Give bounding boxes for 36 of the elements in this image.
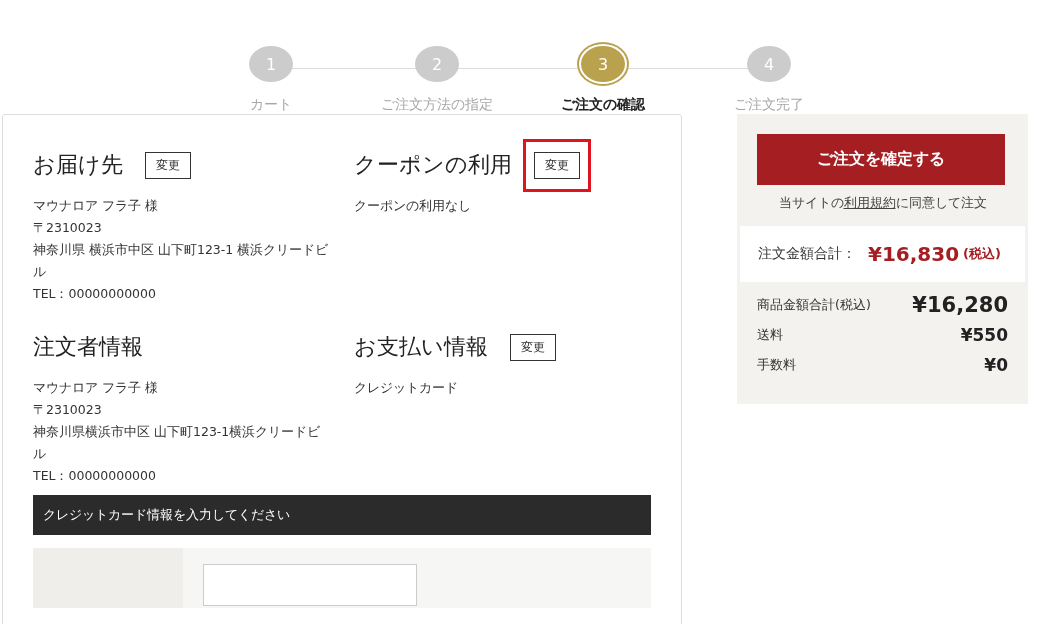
summary-label: 商品金額合計(税込) <box>757 296 871 314</box>
step-label: カート <box>250 96 292 114</box>
step-label: ご注文の確認 <box>561 96 645 114</box>
info-text: 〒2310023 <box>33 401 103 419</box>
change-button[interactable]: 変更 <box>534 151 580 179</box>
terms-link[interactable]: 利用規約 <box>843 195 896 210</box>
info-text: クーポンの利用なし <box>354 197 472 215</box>
section-title: 注文者情報 <box>33 333 143 361</box>
tax-note: (税込) <box>963 245 1001 263</box>
summary-amount: ¥16,280 <box>912 293 1008 317</box>
section-title: お支払い情報 <box>354 333 488 361</box>
section-title: クーポンの利用 <box>354 151 512 179</box>
summary-amount: ¥0 <box>984 355 1008 375</box>
input-field[interactable] <box>203 564 417 606</box>
info-text: 神奈川県横浜市中区 山下町123-1横浜クリードビル <box>33 423 322 463</box>
info-text: マウナロア フラ子 様 <box>33 197 159 215</box>
info-text: TEL：00000000000 <box>33 467 157 485</box>
step-number: 3 <box>581 46 625 82</box>
change-button[interactable]: 変更 <box>145 151 191 179</box>
total-amount: ¥16,830 <box>868 242 960 266</box>
info-text: 神奈川県 横浜市中区 山下町123-1 横浜クリードビル <box>33 241 330 281</box>
summary-label: 手数料 <box>757 356 796 374</box>
change-button[interactable]: 変更 <box>510 333 556 361</box>
agreement-text: 当サイトの利用規約に同意して注文 <box>777 195 988 212</box>
summary-amount: ¥550 <box>960 325 1008 345</box>
info-text: TEL：00000000000 <box>33 285 157 303</box>
info-text: クレジットカード <box>354 379 459 397</box>
step-label: ご注文方法の指定 <box>381 96 493 114</box>
summary-label: 送料 <box>757 326 783 344</box>
confirm-order-button[interactable]: ご注文を確定する <box>757 134 1005 185</box>
section-title: お届け先 <box>33 151 123 179</box>
total-label: 注文金額合計： <box>758 245 856 263</box>
info-text: マウナロア フラ子 様 <box>33 379 159 397</box>
info-text: 〒2310023 <box>33 219 103 237</box>
card-info-header: クレジットカード情報を入力してください <box>33 495 651 535</box>
step-label: ご注文完了 <box>734 96 804 114</box>
